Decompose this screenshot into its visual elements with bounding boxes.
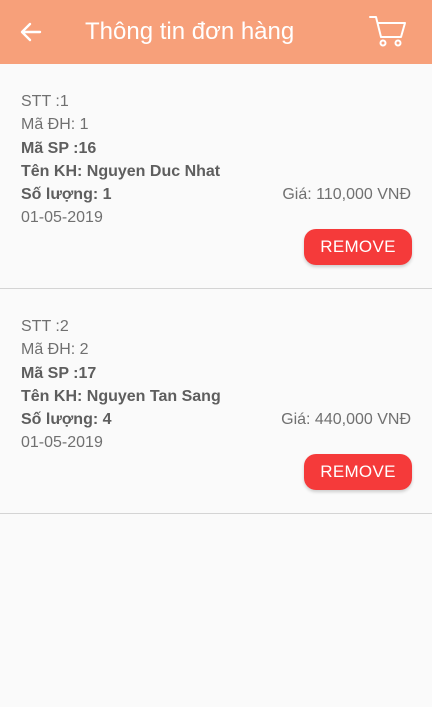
back-button[interactable] bbox=[14, 16, 48, 48]
order-index: STT :1 bbox=[21, 93, 69, 110]
order-id: Mã ĐH: 1 bbox=[21, 116, 89, 133]
arrow-left-icon bbox=[20, 22, 42, 42]
price: Giá: 110,000 VNĐ bbox=[282, 186, 411, 203]
cart-button[interactable] bbox=[368, 12, 408, 50]
customer-name: Tên KH: Nguyen Tan Sang bbox=[21, 388, 221, 405]
product-id: Mã SP :17 bbox=[21, 365, 97, 382]
remove-button[interactable]: REMOVE bbox=[304, 229, 412, 265]
app-bar: Thông tin đơn hàng bbox=[0, 0, 432, 64]
order-id: Mã ĐH: 2 bbox=[21, 341, 89, 358]
quantity: Số lượng: 4 bbox=[21, 411, 112, 428]
order-date: 01-05-2019 bbox=[21, 209, 103, 226]
price: Giá: 440,000 VNĐ bbox=[281, 411, 411, 428]
customer-name: Tên KH: Nguyen Duc Nhat bbox=[21, 163, 221, 180]
order-list: STT :1 Mã ĐH: 1 Mã SP :16 Tên KH: Nguyen… bbox=[0, 64, 432, 514]
page-title: Thông tin đơn hàng bbox=[85, 18, 295, 45]
order-index: STT :2 bbox=[21, 318, 69, 335]
order-card: STT :1 Mã ĐH: 1 Mã SP :16 Tên KH: Nguyen… bbox=[0, 64, 432, 289]
product-id: Mã SP :16 bbox=[21, 140, 97, 157]
quantity: Số lượng: 1 bbox=[21, 186, 112, 203]
shopping-cart-icon bbox=[369, 16, 406, 47]
remove-button[interactable]: REMOVE bbox=[304, 454, 412, 490]
order-card: STT :2 Mã ĐH: 2 Mã SP :17 Tên KH: Nguyen… bbox=[0, 289, 432, 514]
order-date: 01-05-2019 bbox=[21, 434, 103, 451]
